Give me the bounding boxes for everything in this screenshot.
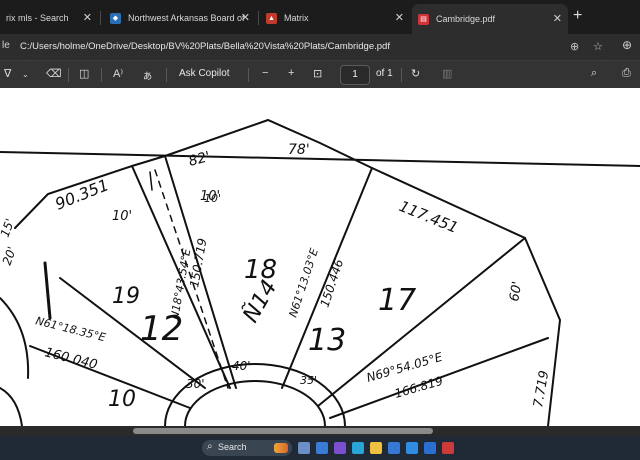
zoom-icon[interactable]: ⊕ bbox=[570, 40, 579, 53]
plat-label: 10' bbox=[112, 209, 132, 224]
page-total: of 1 bbox=[376, 68, 393, 79]
taskbar-search-label: Search bbox=[218, 442, 247, 452]
plat-label: 40' bbox=[232, 359, 251, 373]
read-aloud-icon[interactable]: A⁾ bbox=[113, 67, 123, 80]
plat-label: 60' bbox=[507, 280, 525, 302]
rotate-icon[interactable]: ↻ bbox=[411, 67, 420, 80]
tab-matrix[interactable]: ▲ Matrix ✕ bbox=[260, 5, 410, 31]
new-tab-button[interactable]: + bbox=[573, 7, 582, 25]
taskbar: ⌕ Search bbox=[0, 436, 640, 460]
word-icon[interactable] bbox=[424, 442, 436, 454]
plat-label: 117.451 bbox=[397, 197, 461, 237]
chevron-down-icon[interactable]: ⌄ bbox=[22, 70, 29, 79]
search-icon: ⌕ bbox=[207, 441, 213, 452]
toolbar-divider bbox=[401, 68, 402, 82]
plat-label: 30' bbox=[186, 377, 205, 391]
plat-label: 150.719 bbox=[187, 237, 209, 288]
draw-icon[interactable]: ∇ bbox=[4, 67, 11, 80]
plat-label: 90.351 bbox=[52, 175, 111, 214]
plat-label: 166.819 bbox=[393, 374, 445, 401]
address-bar: le C:/Users/holme/OneDrive/Desktop/BV%20… bbox=[0, 34, 640, 60]
plat-label: 10 bbox=[108, 387, 136, 412]
task-view-icon[interactable] bbox=[298, 442, 310, 454]
taskbar-search[interactable]: ⌕ Search bbox=[202, 440, 292, 456]
pdf-icon: ▤ bbox=[418, 13, 429, 25]
help-icon[interactable] bbox=[406, 442, 418, 454]
fit-page-icon[interactable]: ⊡ bbox=[313, 67, 322, 80]
search-highlight-icon bbox=[274, 443, 288, 453]
page-layout-icon[interactable]: ▥ bbox=[442, 67, 452, 80]
tab-nwa-board[interactable]: ◆ Northwest Arkansas Board of ✕ bbox=[104, 5, 256, 31]
plat-label: 19 bbox=[112, 284, 140, 309]
tab-bing-search[interactable]: rix mls - Search ✕ bbox=[0, 5, 98, 31]
tab-label: Matrix bbox=[284, 13, 309, 23]
tab-divider bbox=[100, 11, 101, 25]
mail-icon[interactable] bbox=[388, 442, 400, 454]
plat-label: 78' bbox=[288, 142, 310, 158]
tab-strip: rix mls - Search ✕ ◆ Northwest Arkansas … bbox=[0, 0, 640, 34]
plat-label: 35' bbox=[300, 374, 317, 387]
collections-icon[interactable]: ⊕ bbox=[622, 38, 632, 52]
plat-label: 7.719 bbox=[531, 369, 552, 408]
plat-label: 82' bbox=[187, 149, 212, 170]
pdf-document-view[interactable]: 90.351 10' 10' 82' 78' 117.451 18 Ñ14 19… bbox=[0, 88, 640, 426]
print-icon[interactable]: ⎙ bbox=[622, 67, 631, 80]
search-icon[interactable]: ⌕ bbox=[591, 67, 597, 80]
tab-divider bbox=[258, 11, 259, 25]
copilot-icon[interactable] bbox=[334, 442, 346, 454]
close-icon[interactable]: ✕ bbox=[241, 11, 250, 24]
plat-label: 160.040 bbox=[43, 345, 99, 373]
page-number-input[interactable]: 1 bbox=[340, 65, 370, 85]
zoom-in-icon[interactable]: + bbox=[288, 67, 294, 79]
tab-label: Cambridge.pdf bbox=[436, 14, 496, 24]
plat-label: 17 bbox=[378, 283, 416, 318]
scrollbar-thumb[interactable] bbox=[133, 428, 433, 434]
tab-cambridge-pdf[interactable]: ▤ Cambridge.pdf ✕ bbox=[412, 4, 568, 34]
toolbar-divider bbox=[68, 68, 69, 82]
plat-label: 13 bbox=[308, 323, 346, 358]
ask-copilot-button[interactable]: Ask Copilot bbox=[179, 68, 230, 79]
toolbar-divider bbox=[248, 68, 249, 82]
matrix-icon: ▲ bbox=[266, 12, 277, 24]
plat-label: 20' bbox=[0, 245, 19, 267]
plat-label: 10' bbox=[204, 192, 221, 205]
horizontal-scrollbar[interactable] bbox=[0, 426, 640, 436]
close-icon[interactable]: ✕ bbox=[395, 11, 404, 24]
plat-label: N61°18.35°E bbox=[34, 314, 107, 344]
close-icon[interactable]: ✕ bbox=[83, 11, 92, 24]
edge-icon[interactable] bbox=[352, 442, 364, 454]
url-text: C:/Users/holme/OneDrive/Desktop/BV%20Pla… bbox=[20, 41, 390, 52]
nwa-board-icon: ◆ bbox=[110, 12, 121, 24]
favorite-star-icon[interactable]: ☆ bbox=[593, 40, 603, 53]
pdf-toolbar: ∇ ⌄ ⌫ ◫ A⁾ ぁ Ask Copilot − + ⊡ 1 of 1 ↻ … bbox=[0, 60, 640, 88]
plat-label: 150.446 bbox=[318, 257, 347, 309]
plat-label: N61°13.03°E bbox=[286, 247, 321, 319]
acrobat-icon[interactable] bbox=[442, 442, 454, 454]
translate-icon[interactable]: ぁ bbox=[142, 67, 153, 83]
widgets-icon[interactable] bbox=[316, 442, 328, 454]
erase-icon[interactable]: ⌫ bbox=[46, 67, 62, 80]
url-field[interactable]: C:/Users/holme/OneDrive/Desktop/BV%20Pla… bbox=[18, 37, 611, 57]
close-icon[interactable]: ✕ bbox=[553, 12, 562, 25]
tab-label: Northwest Arkansas Board of bbox=[128, 13, 245, 23]
toolbar-divider bbox=[166, 68, 167, 82]
file-explorer-icon[interactable] bbox=[370, 442, 382, 454]
zoom-out-icon[interactable]: − bbox=[262, 67, 268, 79]
address-prefix: le bbox=[2, 40, 10, 51]
plat-drawing: 90.351 10' 10' 82' 78' 117.451 18 Ñ14 19… bbox=[0, 118, 640, 426]
page-view-icon[interactable]: ◫ bbox=[79, 67, 89, 80]
toolbar-divider bbox=[101, 68, 102, 82]
plat-label: 15' bbox=[0, 217, 17, 239]
